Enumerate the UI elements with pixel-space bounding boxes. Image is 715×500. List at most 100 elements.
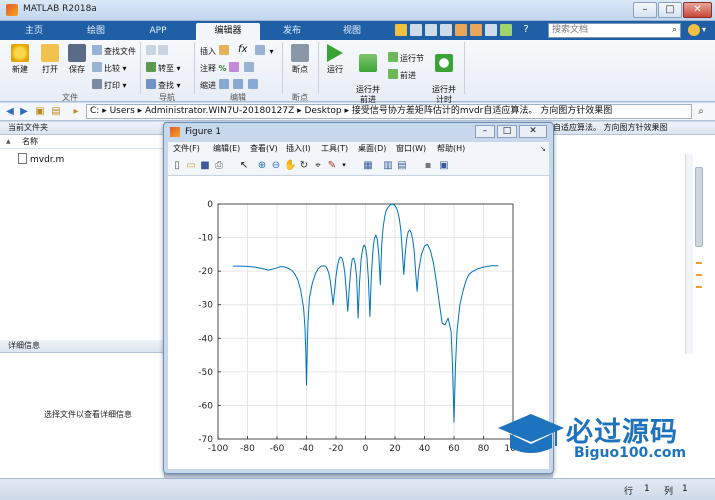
figure-title-bar[interactable]: Figure 1 – □ ✕ [164,123,553,141]
search-documentation-input[interactable]: 搜索文档 ⌕ [548,23,681,38]
goto-button[interactable]: 转至 ▾ [146,62,181,74]
menu-edit[interactable]: 编辑(E) [213,143,240,155]
column-name-header[interactable]: 名称 [22,136,38,148]
vertical-scrollbar[interactable] [695,167,703,247]
quick-paste-icon[interactable] [440,24,452,36]
notification-icon[interactable] [688,24,700,36]
hide-plot-tools-icon[interactable]: ▪ [422,159,434,172]
minimize-button[interactable]: – [633,2,657,18]
pointer-icon[interactable]: ↖ [238,159,250,172]
tab-view[interactable]: 视图 [326,23,378,40]
menu-help[interactable]: 帮助(H) [437,143,465,155]
pan-icon[interactable]: ✋ [284,159,296,172]
quick-copy-icon[interactable] [425,24,437,36]
ribbon-tabs: 主页 绘图 APP 编辑器 发布 视图 ? 搜索文档 ⌕ ▾ [0,21,715,40]
path-segment-users[interactable]: Users [110,106,135,116]
file-list-header[interactable]: 名称 ▲ [0,136,164,149]
path-segment-drive[interactable]: C: [90,106,99,116]
new-figure-icon[interactable]: ▯ [171,159,183,172]
rotate-3d-icon[interactable]: ↻ [298,159,310,172]
save-figure-icon[interactable]: ■ [199,159,211,172]
print-figure-icon[interactable]: ⎙ [213,159,225,172]
y-tick-label: -20 [198,267,213,277]
new-button[interactable]: 新建 [6,44,34,75]
open-file-icon[interactable]: ▭ [185,159,197,172]
find-button[interactable]: 查找 ▾ [146,79,181,91]
m-file-icon [18,153,27,164]
breakpoints-icon [291,44,309,62]
y-tick-label: -70 [198,435,213,445]
menu-desktop[interactable]: 桌面(D) [358,143,386,155]
figure-maximize-button[interactable]: □ [497,125,517,138]
quick-save-icon[interactable] [395,24,407,36]
save-button[interactable]: 保存 [64,44,90,75]
nav-arrows[interactable] [146,45,170,57]
editor-tab-header[interactable]: 自适应算法。 方向图方针效果图 [553,122,715,135]
forward-icon[interactable]: ▶ [18,106,30,118]
dock-arrow-icon[interactable]: ↘ [540,143,546,155]
path-segment-folder[interactable]: 接受信号协方差矩阵估计的mvdr自适应算法。 方向图方针效果图 [352,106,612,116]
menu-file[interactable]: 文件(F) [173,143,200,155]
menu-view[interactable]: 查看(V) [250,143,278,155]
path-search-icon[interactable]: ⌕ [695,106,707,118]
collapse-ribbon-icon[interactable]: ▾ [702,24,712,36]
tab-home[interactable]: 主页 [8,23,60,40]
figure-close-button[interactable]: ✕ [519,125,547,138]
quick-cut-icon[interactable] [410,24,422,36]
tab-plots[interactable]: 绘图 [70,23,122,40]
open-button[interactable]: 打开 [36,44,64,75]
print-button[interactable]: 打印 ▾ [92,79,127,91]
warning-marker[interactable] [696,274,702,276]
show-plot-tools-icon[interactable]: ▣ [438,159,450,172]
current-path-field[interactable]: C: ▸ Users ▸ Administrator.WIN7U-2018012… [86,104,692,119]
quick-undo-icon[interactable] [455,24,467,36]
x-tick-label: -100 [208,444,229,454]
up-folder-icon[interactable]: ▣ [34,106,46,118]
browse-folder-icon[interactable]: ▤ [50,106,62,118]
brush-icon[interactable]: ✎ [326,159,338,172]
breakpoints-button[interactable]: 断点 [286,44,314,75]
zoom-out-icon[interactable]: ⊖ [270,159,282,172]
path-segment-desktop[interactable]: Desktop [305,106,342,116]
tab-publish[interactable]: 发布 [266,23,318,40]
back-icon[interactable]: ◀ [4,106,16,118]
warning-marker[interactable] [696,262,702,264]
quick-redo-icon[interactable] [470,24,482,36]
menu-window[interactable]: 窗口(W) [396,143,426,155]
run-and-advance-button[interactable]: 运行并 前进 [352,44,384,105]
find-files-button[interactable]: 查找文件 [92,45,136,57]
sort-ascending-icon[interactable]: ▲ [6,136,11,148]
insert-more-button[interactable]: ▾ [255,45,274,57]
run-section-button[interactable]: 运行节 [388,52,424,64]
data-cursor-icon[interactable]: ⌖ [312,159,324,172]
compare-button[interactable]: 比较 ▾ [92,62,127,74]
zoom-in-icon[interactable]: ⊕ [256,159,268,172]
quick-run-icon[interactable] [500,24,512,36]
run-and-time-button[interactable]: 运行并 计时 [428,44,460,105]
insert-legend-icon[interactable]: ▤ [396,159,408,172]
brush-dropdown-icon[interactable]: ▾ [338,159,350,172]
separator [194,42,195,94]
link-plot-icon[interactable]: ▦ [362,159,374,172]
figure-minimize-button[interactable]: – [475,125,495,138]
help-icon[interactable]: ? [520,24,532,36]
tab-editor[interactable]: 编辑器 [196,23,260,40]
advance-button[interactable]: 前进 [388,69,416,81]
indent-button[interactable]: 缩进 [200,79,260,91]
window-title: MATLAB R2018a [23,4,97,14]
file-item[interactable]: mvdr.m [18,153,64,165]
comment-button[interactable]: 注释 % [200,62,256,74]
tab-apps[interactable]: APP [132,23,184,40]
maximize-button[interactable]: □ [658,2,682,18]
insert-button[interactable]: 插入 [200,45,231,57]
menu-insert[interactable]: 插入(I) [286,143,311,155]
fx-button[interactable]: fx [238,44,247,56]
path-segment-user[interactable]: Administrator.WIN7U-20180127Z [145,106,294,116]
line-plot[interactable]: -100-80-60-40-200204060801000-10-20-30-4… [168,176,549,469]
close-button[interactable]: ✕ [683,2,712,18]
run-button[interactable]: 运行 [322,44,348,75]
quick-switch-icon[interactable] [485,24,497,36]
warning-marker[interactable] [696,286,702,288]
insert-colorbar-icon[interactable]: ▥ [382,159,394,172]
menu-tools[interactable]: 工具(T) [321,143,348,155]
